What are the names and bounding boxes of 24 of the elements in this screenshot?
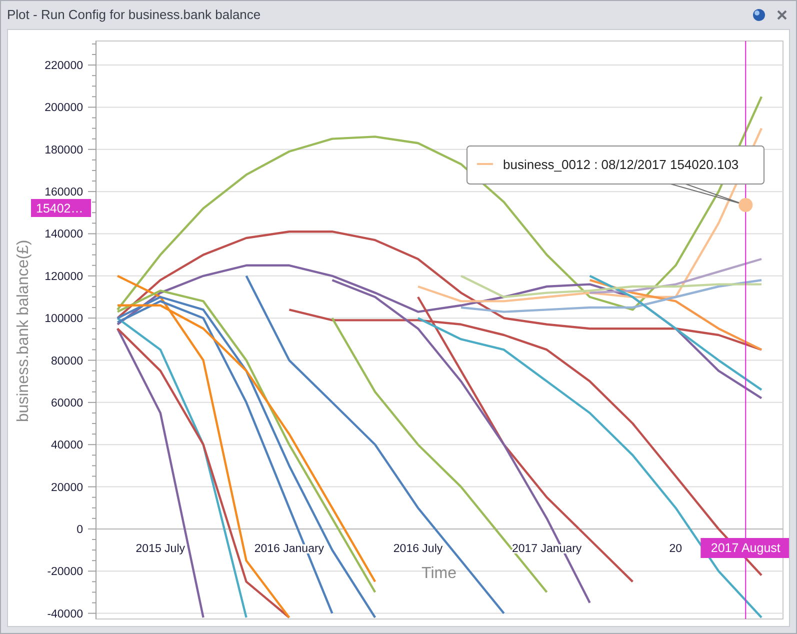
- close-icon[interactable]: [776, 8, 788, 20]
- axis-tick-label: 200000: [44, 102, 83, 114]
- axis-tick-label: 80000: [51, 355, 83, 368]
- axis-title: business.bank balance(£): [15, 240, 32, 422]
- axis-tick-label: 220000: [44, 60, 83, 72]
- window-title: Plot - Run Config for business.bank balance: [7, 7, 262, 22]
- axis-tick-label: 100000: [44, 313, 83, 326]
- axis-tick-label: 20: [669, 543, 682, 555]
- axis-tick-label: 2015 July: [136, 543, 186, 555]
- axis-title: Time: [422, 565, 456, 582]
- crosshair-label: 15402…: [31, 199, 91, 217]
- axis-tick-label: -40000: [47, 608, 83, 620]
- axis-tick-label: 20000: [51, 482, 83, 494]
- axis-tick-label: 180000: [44, 144, 83, 156]
- axis-tick-label: 120000: [44, 270, 83, 283]
- axis-tick-label: 60000: [51, 397, 83, 410]
- crosshair-label: 2017 August: [700, 538, 789, 558]
- tooltip-text: business_0012 : 08/12/2017 154020.103: [503, 157, 739, 172]
- axis-tick-label: 0: [76, 524, 83, 536]
- axis-tick-label: 40000: [51, 440, 83, 452]
- axis-tick-label: 160000: [44, 186, 83, 199]
- axis-tick-label: 140000: [44, 228, 83, 241]
- axis-tick-label: 2016 July: [393, 543, 443, 555]
- axis-tick-label: -20000: [47, 566, 83, 578]
